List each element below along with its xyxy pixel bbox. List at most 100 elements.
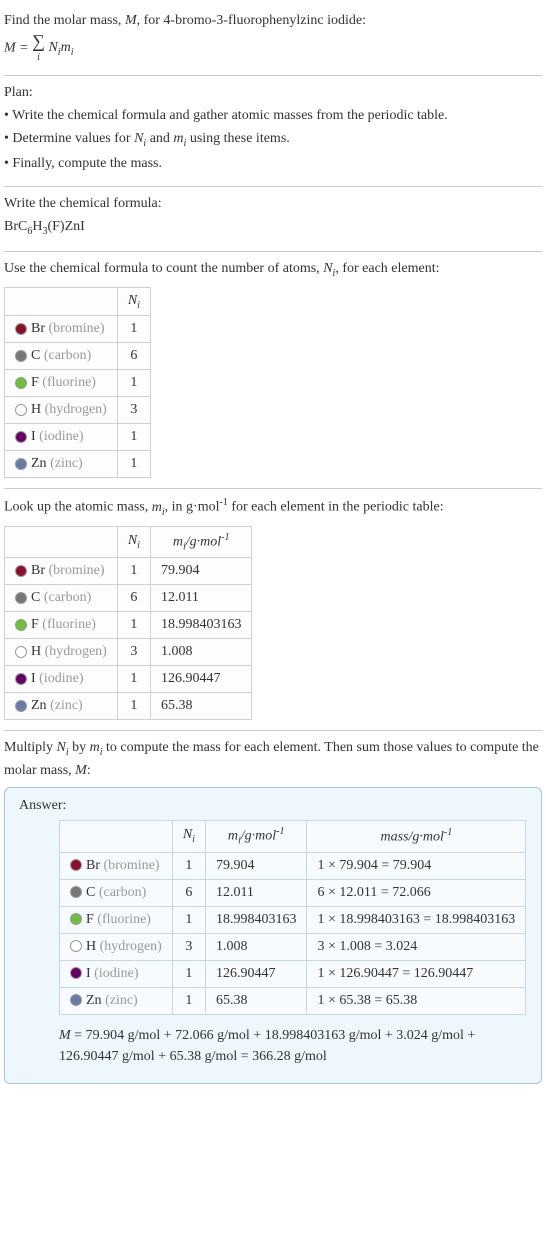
plan-b2-c: using these items. [186,131,289,146]
cell-m: 126.90447 [205,960,307,987]
element-name: (carbon) [99,885,146,900]
element-symbol: F [31,375,39,390]
col-mass: mass/g·mol-1 [307,821,526,852]
element-symbol: I [31,671,36,686]
cell-N: 3 [172,933,205,960]
answer-table: Nimi/g·mol-1mass/g·mol-1Br (bromine)179.… [59,820,526,1014]
chem-formula-value: BrC6H3(F)ZnI [4,216,542,239]
answer-box: Answer: Nimi/g·mol-1mass/g·mol-1Br (brom… [4,787,542,1083]
table-row: I (iodine)1126.90447 [5,666,252,693]
cell-N: 3 [117,397,150,424]
answer-section: Multiply Ni by mi to compute the mass fo… [4,731,542,1093]
lookup-a: Look up the atomic mass, [4,500,152,515]
eq-m-sub: i [71,47,74,58]
cell-m: 12.011 [150,585,252,612]
cell-element: Br (bromine) [5,558,118,585]
element-swatch [70,994,82,1006]
cell-mass: 1 × 126.90447 = 126.90447 [307,960,526,987]
mul-a: Multiply [4,740,57,755]
element-swatch [70,940,82,952]
element-name: (fluorine) [42,617,96,632]
cell-mass: 1 × 18.998403163 = 18.998403163 [307,906,526,933]
element-name: (iodine) [39,671,83,686]
lookup-m: m [152,500,162,515]
cell-N: 1 [117,612,150,639]
cell-N: 1 [172,906,205,933]
mul-b: by [69,740,90,755]
intro-text-1: Find the molar mass, [4,13,125,28]
table-row: C (carbon)612.011 [5,585,252,612]
mul-m: m [90,740,100,755]
cell-m: 18.998403163 [150,612,252,639]
element-symbol: Zn [31,456,47,471]
plan-mi: mi [173,131,186,146]
cell-m: 126.90447 [150,666,252,693]
table-row: Zn (zinc)165.38 [5,693,252,720]
element-swatch [15,700,27,712]
table-row: H (hydrogen)31.008 [5,639,252,666]
element-swatch [15,404,27,416]
cell-mass: 6 × 12.011 = 72.066 [307,879,526,906]
count-intro: Use the chemical formula to count the nu… [4,258,542,281]
element-symbol: C [86,885,95,900]
element-name: (hydrogen) [45,402,107,417]
cell-mass: 3 × 1.008 = 3.024 [307,933,526,960]
final-sum: = 79.904 g/mol + 72.066 g/mol + 18.99840… [59,1028,475,1064]
cell-element: H (hydrogen) [5,639,118,666]
element-swatch [15,565,27,577]
table-row: Zn (zinc)165.381 × 65.38 = 65.38 [60,987,526,1014]
mul-N: N [57,740,66,755]
element-symbol: Zn [86,993,102,1008]
chem-formula-title: Write the chemical formula: [4,193,542,214]
element-symbol: H [31,402,41,417]
element-symbol: Br [31,321,45,336]
cell-N: 1 [172,960,205,987]
chemical-formula-section: Write the chemical formula: BrC6H3(F)ZnI [4,187,542,252]
element-symbol: F [31,617,39,632]
eq-Ni: Nimi [48,40,73,55]
cell-element: H (hydrogen) [60,933,173,960]
plan-m: m [173,131,183,146]
cell-N: 1 [117,451,150,478]
element-symbol: C [31,590,40,605]
plan-Ni: Ni [134,131,146,146]
cell-N: 6 [117,585,150,612]
sigma-sub: i [37,52,40,63]
eq-lhs: M = [4,40,32,55]
table-row: C (carbon)6 [5,343,151,370]
cell-element: Zn (zinc) [5,451,118,478]
table-row: F (fluorine)118.9984031631 × 18.99840316… [60,906,526,933]
col-mi: mi/g·mol-1 [205,821,307,852]
cell-element: Br (bromine) [60,852,173,879]
count-Ni: Ni [323,261,335,276]
cell-mass: 1 × 79.904 = 79.904 [307,852,526,879]
table-row: I (iodine)1126.904471 × 126.90447 = 126.… [60,960,526,987]
element-name: (bromine) [49,321,105,336]
plan-bullet-2: • Determine values for Ni and mi using t… [4,128,542,151]
table-row: C (carbon)612.0116 × 12.011 = 72.066 [60,879,526,906]
cell-element: I (iodine) [5,666,118,693]
element-swatch [15,350,27,362]
cell-N: 1 [172,852,205,879]
table-row: Br (bromine)179.904 [5,558,252,585]
cell-m: 79.904 [150,558,252,585]
mul-d: : [87,763,91,778]
table-row: Zn (zinc)1 [5,451,151,478]
plan-section: Plan: • Write the chemical formula and g… [4,76,542,187]
cell-m: 18.998403163 [205,906,307,933]
element-symbol: H [86,939,96,954]
cell-N: 1 [117,693,150,720]
element-name: (hydrogen) [45,644,107,659]
intro-line: Find the molar mass, M, for 4-bromo-3-fl… [4,10,542,31]
answer-content: Nimi/g·mol-1mass/g·mol-1Br (bromine)179.… [19,820,527,1066]
cell-m: 65.38 [205,987,307,1014]
cell-element: I (iodine) [60,960,173,987]
col-mi: mi/g·mol-1 [150,526,252,557]
element-swatch [15,431,27,443]
element-swatch [70,859,82,871]
answer-title: Answer: [19,798,527,814]
element-name: (iodine) [39,429,83,444]
element-symbol: Br [86,858,100,873]
count-section: Use the chemical formula to count the nu… [4,252,542,490]
cf-pre: BrC [4,219,27,234]
